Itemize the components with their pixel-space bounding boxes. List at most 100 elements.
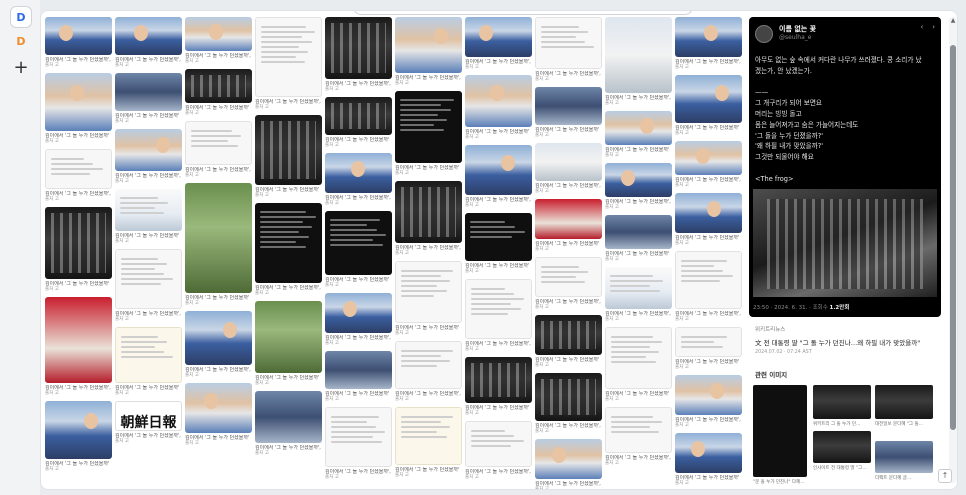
image-thumbnail[interactable] xyxy=(465,421,532,467)
image-result[interactable]: 깊이에서 '그 돌 누가 던졌을까', 왜 하…출처 고 xyxy=(605,407,672,466)
image-thumbnail[interactable]: 朝鮮日報 xyxy=(115,401,182,431)
related-thumb[interactable] xyxy=(753,385,807,477)
image-result[interactable]: 깊이에서 '그 돌 누가 던졌을까' 출처 고 xyxy=(325,97,392,148)
image-thumbnail[interactable] xyxy=(535,17,602,69)
image-thumbnail[interactable] xyxy=(465,75,532,127)
image-result[interactable]: 깊이에서 '그 돌 누가 던졌을까' 출처 고 xyxy=(115,189,182,244)
image-result[interactable]: 깊이에서 '그 돌 누가 던졌을까' 출처 고 xyxy=(675,433,742,486)
image-thumbnail[interactable] xyxy=(325,293,392,333)
image-result[interactable]: 깊이에서 '그 돌 누가 던졌을까', 왜 하…출처 고 xyxy=(395,341,462,402)
image-result[interactable]: 깊이에서 '그 돌 누가 던졌을까' 출처 고 xyxy=(115,327,182,396)
image-thumbnail[interactable] xyxy=(535,315,602,355)
image-thumbnail[interactable] xyxy=(675,327,742,357)
image-thumbnail[interactable] xyxy=(675,75,742,123)
image-thumbnail[interactable] xyxy=(395,407,462,465)
image-result[interactable]: 깊이에서 '그 돌 누가 던졌을까', 왜 하…출처 고 xyxy=(115,17,182,68)
image-result[interactable]: 깊이에서 '그 돌 누가 던졌을까', 왜 하…출처 고 xyxy=(185,17,252,64)
image-result[interactable]: 깊이에서 '그 돌 누가 던졌을까' 출처 고 xyxy=(535,199,602,252)
image-result[interactable]: 깊이에서 '그 돌 누가 던졌을까', 왜 하…출처 고 xyxy=(535,373,602,434)
image-thumbnail[interactable] xyxy=(465,357,532,403)
image-thumbnail[interactable] xyxy=(605,407,672,453)
image-thumbnail[interactable] xyxy=(255,115,322,185)
chevron-right-icon[interactable]: › xyxy=(932,23,935,31)
image-result[interactable]: 깊이에서 '그 돌 누가 던졌을까' 출처 고 xyxy=(325,351,392,402)
image-result[interactable]: 깊이에서 '그 돌 누가 던졌을까' 출처 고 xyxy=(255,115,322,198)
image-result[interactable]: 깊이에서 '그 돌 누가 던졌을까', 왜 하…출처 고 xyxy=(325,407,392,480)
image-thumbnail[interactable] xyxy=(45,297,112,383)
image-result[interactable]: 깊이에서 '그 돌 누가 던졌을까', 왜 하…출처 고 xyxy=(605,163,672,210)
image-thumbnail[interactable] xyxy=(255,301,322,373)
image-result[interactable]: 깊이에서 '그 돌 누가 던졌을까', 왜 하…출처 고 xyxy=(465,17,532,70)
image-thumbnail[interactable] xyxy=(325,97,392,135)
image-thumbnail[interactable] xyxy=(45,401,112,459)
related-thumb[interactable] xyxy=(875,385,933,419)
image-thumbnail[interactable] xyxy=(255,391,322,443)
image-thumbnail[interactable] xyxy=(395,17,462,73)
image-result[interactable]: 깊이에서 '그 돌 누가 던졌을까', 왜 하…출처 고 xyxy=(535,257,602,310)
image-result[interactable]: 깊이에서 '그 돌 누가 던졌을까', 왜 하…출처 고 xyxy=(45,149,112,202)
image-thumbnail[interactable] xyxy=(535,199,602,239)
image-thumbnail[interactable] xyxy=(605,111,672,145)
image-result[interactable]: 깊이에서 '그 돌 누가 던졌을까' 출처 고 xyxy=(465,357,532,416)
image-result[interactable]: 깊이에서 '그 돌 누가 던졌을까' 출처 고 xyxy=(605,327,672,402)
image-thumbnail[interactable] xyxy=(115,73,182,111)
image-result[interactable]: 깊이에서 '그 돌 누가 던졌을까', 왜 하…출처 고 xyxy=(605,267,672,322)
image-thumbnail[interactable] xyxy=(185,311,252,365)
image-result[interactable]: 깊이에서 '그 돌 누가 던졌을까', 왜 하…출처 고 xyxy=(535,143,602,194)
image-result[interactable]: 깊이에서 '그 돌 누가 던졌을까' 출처 고 xyxy=(465,213,532,274)
image-thumbnail[interactable] xyxy=(185,121,252,165)
image-result[interactable]: 깊이에서 '그 돌 누가 던졌을까', 왜 하…출처 고 xyxy=(255,391,322,456)
image-thumbnail[interactable] xyxy=(605,215,672,249)
image-thumbnail[interactable] xyxy=(45,73,112,131)
image-thumbnail[interactable] xyxy=(465,213,532,261)
scroll-to-top-button[interactable]: ↑ xyxy=(938,469,952,483)
image-result[interactable]: 깊이에서 '그 돌 누가 던졌을까', 왜 하…출처 고 xyxy=(325,153,392,206)
image-thumbnail[interactable] xyxy=(325,211,392,275)
image-result[interactable]: 깊이에서 '그 돌 누가 던졌을까', 왜 하…출처 고 xyxy=(45,17,112,68)
image-thumbnail[interactable] xyxy=(605,163,672,197)
image-thumbnail[interactable] xyxy=(605,267,672,309)
image-thumbnail[interactable] xyxy=(325,351,392,389)
image-thumbnail[interactable] xyxy=(605,327,672,389)
image-thumbnail[interactable] xyxy=(535,143,602,181)
image-thumbnail[interactable] xyxy=(255,17,322,97)
source-link[interactable]: 위키트리뉴스 文 전 대통령 딸 "그 돌 누가 던진나…왜 하필 내가 맞았을… xyxy=(749,323,941,363)
image-result[interactable]: 깊이에서 '그 돌 누가 던졌을까' 출처 고 xyxy=(605,111,672,158)
image-result[interactable]: 깊이에서 '그 돌 누가 던졌을까', 왜 하…출처 고 xyxy=(675,251,742,322)
chevron-left-icon[interactable]: ‹ xyxy=(920,23,923,31)
image-thumbnail[interactable] xyxy=(185,69,252,103)
new-tab-button[interactable]: + xyxy=(10,56,32,78)
related-thumb[interactable] xyxy=(813,385,871,419)
image-thumbnail[interactable] xyxy=(115,17,182,55)
image-thumbnail[interactable] xyxy=(115,249,182,309)
image-thumbnail[interactable] xyxy=(535,439,602,479)
image-result[interactable]: 朝鮮日報깊이에서 '그 돌 누가 던졌을까', 왜 하…출처 고 xyxy=(115,401,182,444)
scrollbar-thumb[interactable] xyxy=(950,45,956,430)
image-result[interactable]: 깊이에서 '그 돌 누가 던졌을까', 왜 하…출처 고 xyxy=(255,17,322,110)
image-result[interactable]: 깊이에서 '그 돌 누가 던졌을까' 출처 고 xyxy=(325,211,392,288)
image-result[interactable]: 깊이에서 '그 돌 누가 던졌을까' 출처 고 xyxy=(465,75,532,140)
post-image[interactable] xyxy=(753,189,937,297)
image-result[interactable]: 깊이에서 '그 돌 누가 던졌을까', 왜 하…출처 고 xyxy=(535,17,602,82)
image-result[interactable]: 깊이에서 '그 돌 누가 던졌을까' 출처 고 xyxy=(675,327,742,370)
image-result[interactable]: 깊이에서 '그 돌 누가 던졌을까', 왜 하…출처 고 xyxy=(675,17,742,70)
image-thumbnail[interactable] xyxy=(675,141,742,175)
image-result[interactable]: 깊이에서 '그 돌 누가 던졌을까', 왜 하…출처 고 xyxy=(605,17,672,106)
image-thumbnail[interactable] xyxy=(395,341,462,389)
image-result[interactable]: 깊이에서 '그 돌 누가 던졌을까' 출처 고 xyxy=(675,75,742,136)
image-result[interactable]: 깊이에서 '그 돌 누가 던졌을까' 출처 고 xyxy=(185,183,252,306)
image-thumbnail[interactable] xyxy=(605,17,672,93)
image-thumbnail[interactable] xyxy=(255,203,322,283)
image-thumbnail[interactable] xyxy=(115,189,182,231)
app-tab-button[interactable]: D xyxy=(10,6,32,28)
image-thumbnail[interactable] xyxy=(395,261,462,323)
image-result[interactable]: 깊이에서 '그 돌 누가 던졌을까', 왜 하…출처 고 xyxy=(465,145,532,208)
image-thumbnail[interactable] xyxy=(675,193,742,233)
post-preview[interactable]: 이름 없는 꽃 @seulha_e ‹ › 아무도 없는 숲 속에서 커다란 나… xyxy=(749,17,941,317)
image-result[interactable]: 깊이에서 '그 돌 누가 던졌을까', 왜 하…출처 고 xyxy=(115,129,182,184)
image-result[interactable]: 깊이에서 '그 돌 누가 던졌을까', 왜 하…출처 고 xyxy=(185,121,252,178)
image-result[interactable]: 깊이에서 '그 돌 누가 던졌을까' 출처 고 xyxy=(45,73,112,144)
image-result[interactable]: 깊이에서 '그 돌 누가 던졌을까', 왜 하…출처 고 xyxy=(395,17,462,86)
image-result[interactable]: 깊이에서 '그 돌 누가 던졌을까' 출처 고 xyxy=(45,401,112,472)
image-result[interactable]: 깊이에서 '그 돌 누가 던졌을까', 왜 하…출처 고 xyxy=(675,141,742,188)
